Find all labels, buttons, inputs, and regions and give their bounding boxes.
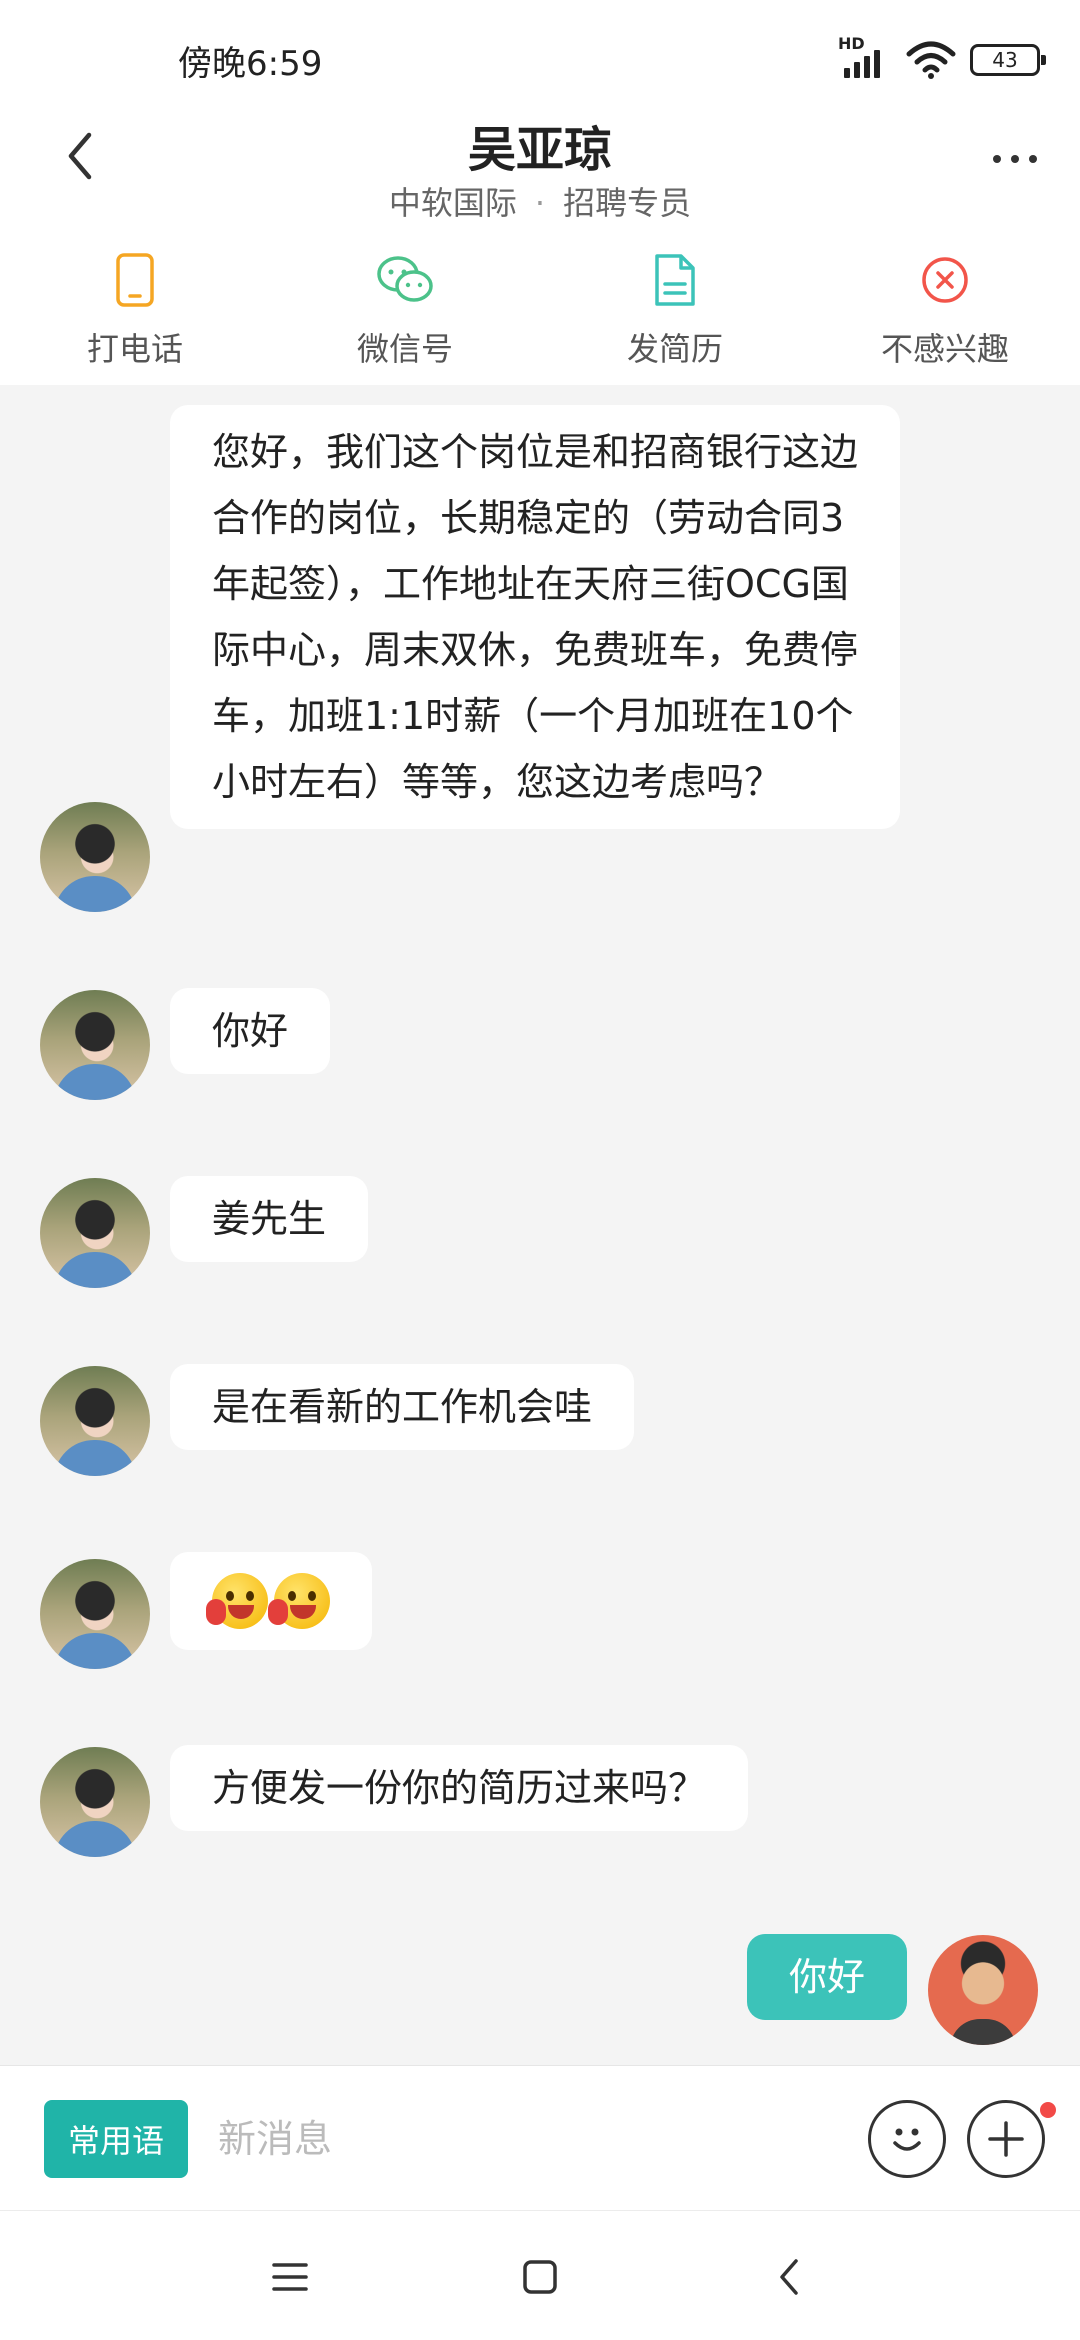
self-message-bubble[interactable]: 你好 [747, 1934, 908, 2020]
more-options-button[interactable] [980, 134, 1050, 184]
message-bubble[interactable]: 姜先生 [170, 1176, 369, 1262]
more-dot [1011, 155, 1019, 163]
message-bubble[interactable]: 方便发一份你的简历过来吗？ [170, 1745, 749, 1831]
message-list[interactable]: 您好，我们这个岗位是和招商银行这边合作的岗位，长期稳定的（劳动合同3年起签），工… [0, 385, 1080, 2065]
not-interested-icon [913, 248, 977, 312]
self-avatar[interactable] [928, 1935, 1038, 2045]
wifi-icon [906, 41, 956, 79]
send-resume-action[interactable]: 发简历 [540, 230, 810, 385]
system-back-button[interactable] [760, 2247, 820, 2307]
recruiter-avatar[interactable] [40, 1366, 150, 1476]
emoji-button[interactable] [868, 2100, 946, 2178]
subtitle-separator: · [534, 184, 546, 222]
square-icon [523, 2260, 557, 2294]
status-bar: 傍晚6:59 HD 43 [0, 0, 1080, 100]
wechat-label: 微信号 [356, 330, 453, 368]
contact-role: 招聘专员 [563, 184, 692, 222]
not-interested-action[interactable]: 不感兴趣 [810, 230, 1080, 385]
recent-apps-button[interactable] [260, 2247, 320, 2307]
recruiter-avatar[interactable] [40, 1178, 150, 1288]
common-phrases-button[interactable]: 常用语 [44, 2100, 188, 2178]
battery-level: 43 [992, 48, 1018, 72]
wechat-action[interactable]: 微信号 [270, 230, 540, 385]
recruiter-avatar[interactable] [40, 802, 150, 912]
contact-company: 中软国际 [388, 184, 517, 222]
message-input[interactable] [218, 2100, 818, 2178]
quick-actions: 打电话 微信号 发简历 不感兴趣 [0, 230, 1080, 385]
send-resume-label: 发简历 [626, 330, 723, 368]
system-navigation-bar [0, 2210, 1080, 2340]
chevron-left-icon [780, 2259, 798, 2295]
contact-name: 吴亚琼 [467, 122, 612, 178]
recruiter-avatar[interactable] [40, 990, 150, 1100]
more-tools-button[interactable] [967, 2100, 1045, 2178]
chat-header: 吴亚琼 中软国际 · 招聘专员 [0, 100, 1080, 230]
contact-subtitle: 中软国际 · 招聘专员 [0, 178, 1080, 224]
message-bubble[interactable]: 您好，我们这个岗位是和招商银行这边合作的岗位，长期稳定的（劳动合同3年起签），工… [170, 405, 900, 829]
menu-icon [272, 2263, 308, 2291]
status-icons: HD 43 [838, 34, 1046, 82]
not-interested-label: 不感兴趣 [880, 330, 1009, 368]
phone-icon [103, 248, 167, 312]
wechat-icon [373, 248, 437, 312]
emoji-message-bubble[interactable] [170, 1552, 372, 1650]
battery-icon: 43 [970, 44, 1046, 76]
input-bar: 常用语 [0, 2065, 1080, 2210]
call-action[interactable]: 打电话 [0, 230, 270, 385]
resume-icon [643, 248, 707, 312]
cellular-signal-icon: HD [838, 34, 892, 80]
recruiter-avatar[interactable] [40, 1559, 150, 1669]
notification-dot [1040, 2102, 1056, 2118]
tongue-out-emoji-icon [206, 1573, 268, 1629]
home-button[interactable] [510, 2247, 570, 2307]
plus-icon [988, 2121, 1024, 2157]
message-bubble[interactable]: 你好 [170, 988, 331, 1074]
more-dot [1029, 155, 1037, 163]
message-bubble[interactable]: 是在看新的工作机会哇 [170, 1364, 635, 1450]
recruiter-avatar[interactable] [40, 1747, 150, 1857]
smiley-icon [893, 2128, 921, 2151]
status-time: 傍晚6:59 [178, 44, 323, 84]
more-dot [993, 155, 1001, 163]
tongue-out-emoji-icon [268, 1573, 330, 1629]
call-label: 打电话 [86, 330, 183, 368]
